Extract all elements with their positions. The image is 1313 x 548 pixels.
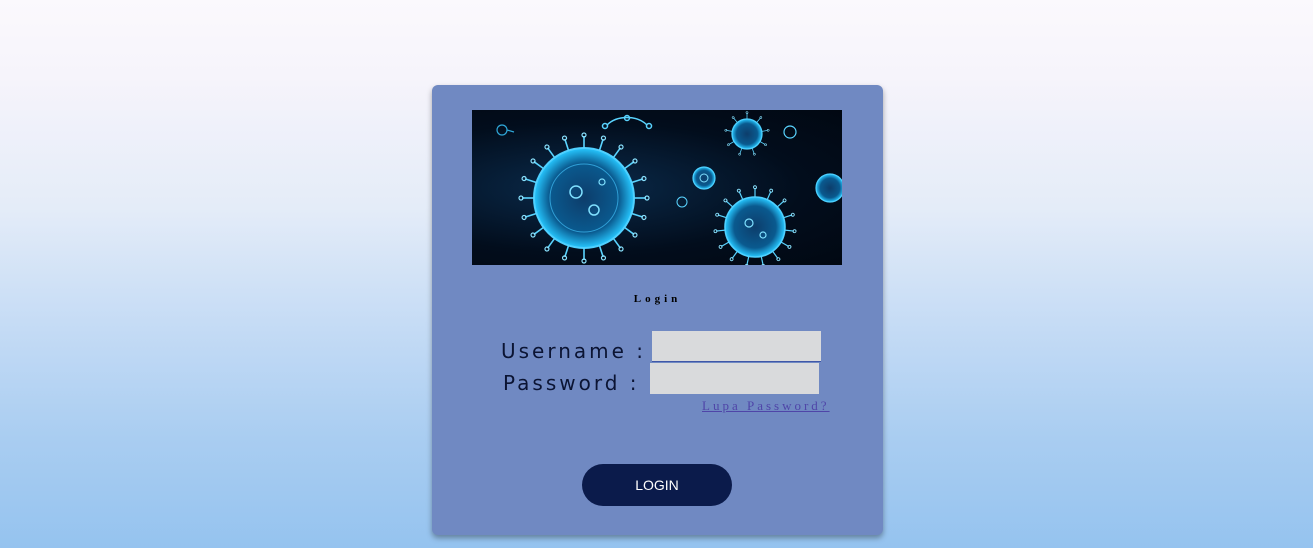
login-button[interactable]: LOGIN [582, 464, 732, 506]
username-label: Username : [501, 339, 647, 363]
virus-banner-image [472, 110, 842, 265]
forgot-password-link[interactable]: Lupa Password? [702, 398, 830, 414]
password-label: Password : [503, 371, 640, 395]
password-input[interactable] [650, 363, 819, 394]
login-title: Login [633, 293, 682, 305]
login-card: Login Username : Password : Lupa Passwor… [432, 85, 883, 535]
username-input[interactable] [652, 331, 821, 362]
